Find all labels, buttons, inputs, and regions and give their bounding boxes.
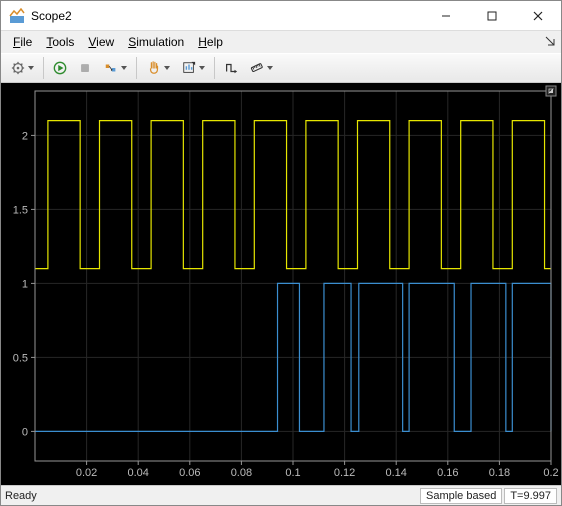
svg-text:0.06: 0.06 [179, 467, 200, 479]
separator [214, 57, 215, 79]
svg-text:0.02: 0.02 [76, 467, 97, 479]
step-button[interactable] [98, 56, 132, 80]
status-time: T=9.997 [504, 488, 557, 504]
zoom-axes-button[interactable] [176, 56, 210, 80]
run-button[interactable] [48, 56, 72, 80]
titlebar[interactable]: Scope2 [1, 1, 561, 31]
svg-text:0.04: 0.04 [127, 467, 148, 479]
svg-text:1.5: 1.5 [13, 204, 28, 216]
svg-text:0.12: 0.12 [334, 467, 355, 479]
menu-tools[interactable]: Tools [40, 33, 80, 51]
status-mode: Sample based [420, 488, 502, 504]
close-button[interactable] [515, 1, 561, 31]
menu-view[interactable]: View [82, 33, 120, 51]
svg-text:0.5: 0.5 [13, 352, 28, 364]
app-icon [9, 8, 25, 24]
triggers-button[interactable] [219, 56, 243, 80]
svg-text:0.18: 0.18 [489, 467, 510, 479]
svg-text:0.2: 0.2 [543, 467, 558, 479]
svg-text:0.14: 0.14 [385, 467, 406, 479]
statusbar: Ready Sample based T=9.997 [1, 485, 561, 505]
svg-text:0.08: 0.08 [231, 467, 252, 479]
toolbar [1, 53, 561, 83]
menu-help[interactable]: Help [192, 33, 229, 51]
maximize-axes-icon[interactable] [545, 85, 557, 100]
menu-simulation[interactable]: Simulation [122, 33, 190, 51]
stop-button[interactable] [73, 56, 97, 80]
separator [136, 57, 137, 79]
plot-canvas: 0.02 0.04 0.06 0.08 0.1 0.12 0.14 0.16 0.18 0.2 0 0… [1, 83, 561, 485]
svg-text:2: 2 [22, 130, 28, 142]
dock-icon[interactable] [545, 35, 555, 49]
status-ready: Ready [5, 490, 37, 502]
separator [43, 57, 44, 79]
configure-button[interactable] [5, 56, 39, 80]
svg-text:1: 1 [22, 278, 28, 290]
maximize-button[interactable] [469, 1, 515, 31]
menubar: File Tools View Simulation Help [1, 31, 561, 53]
pan-button[interactable] [141, 56, 175, 80]
scope-window: Scope2 File Tools View Simulation Help [0, 0, 562, 506]
svg-text:0: 0 [22, 426, 28, 438]
minimize-button[interactable] [423, 1, 469, 31]
window-title: Scope2 [31, 9, 423, 23]
measurements-button[interactable] [244, 56, 278, 80]
svg-text:0.1: 0.1 [285, 467, 300, 479]
scope-plot[interactable]: 0.02 0.04 0.06 0.08 0.1 0.12 0.14 0.16 0.18 0.2 0 0… [1, 83, 561, 485]
menu-file[interactable]: File [7, 33, 38, 51]
svg-text:0.16: 0.16 [437, 467, 458, 479]
